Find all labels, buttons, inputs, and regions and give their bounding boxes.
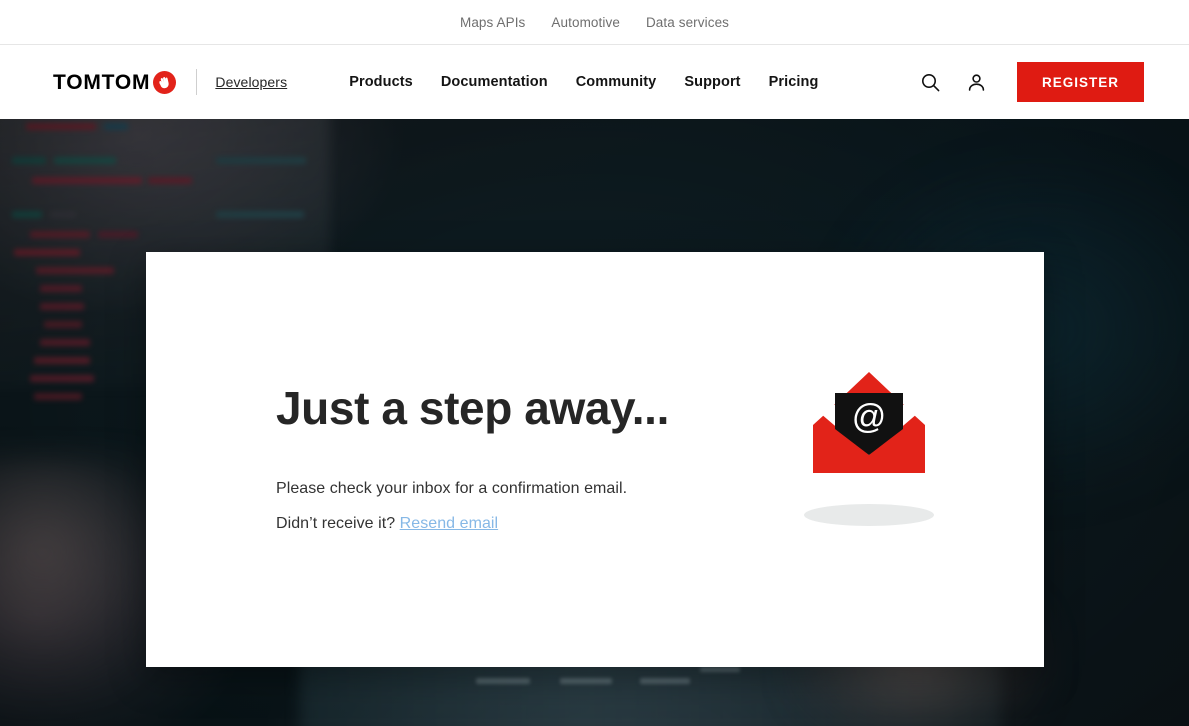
- page-title: Just a step away...: [276, 381, 669, 434]
- nav-link-community[interactable]: Community: [576, 74, 657, 90]
- resend-prompt-text: Didn’t receive it?: [276, 515, 400, 533]
- page-root: Maps APIs Automotive Data services TOMTO…: [0, 0, 1189, 726]
- resend-email-link[interactable]: Resend email: [400, 515, 498, 532]
- brand-block: TOMTOM Developers: [53, 45, 287, 119]
- envelope-drop-shadow: [804, 504, 934, 526]
- main-header: TOMTOM Developers Products Documentation…: [0, 45, 1189, 119]
- resend-prompt-line: Didn’t receive it? Resend email: [276, 512, 764, 535]
- tomtom-logo-link[interactable]: TOMTOM: [53, 70, 177, 94]
- search-icon[interactable]: [919, 70, 943, 94]
- utility-navigation-bar: Maps APIs Automotive Data services: [0, 0, 1189, 45]
- nav-link-support[interactable]: Support: [684, 74, 740, 90]
- nav-link-pricing[interactable]: Pricing: [769, 74, 819, 90]
- developers-label[interactable]: Developers: [215, 74, 287, 90]
- utility-link-maps-apis[interactable]: Maps APIs: [460, 15, 525, 30]
- at-symbol: @: [851, 398, 887, 436]
- header-actions: REGISTER: [919, 62, 1144, 102]
- tomtom-wordmark: TOMTOM: [53, 70, 151, 94]
- confirmation-card: Just a step away... Please check your in…: [146, 252, 1044, 667]
- primary-navigation: Products Documentation Community Support…: [349, 74, 818, 90]
- inbox-instruction-text: Please check your inbox for a confirmati…: [276, 479, 628, 497]
- card-body: Please check your inbox for a confirmati…: [276, 477, 764, 535]
- hero-background: Just a step away... Please check your in…: [0, 119, 1189, 726]
- card-copy: Just a step away... Please check your in…: [276, 381, 764, 536]
- card-inner: Just a step away... Please check your in…: [146, 372, 1044, 547]
- register-button[interactable]: REGISTER: [1016, 62, 1144, 102]
- utility-link-automotive[interactable]: Automotive: [551, 15, 620, 30]
- user-account-icon[interactable]: [965, 70, 989, 94]
- nav-link-documentation[interactable]: Documentation: [441, 74, 548, 90]
- nav-link-products[interactable]: Products: [349, 74, 413, 90]
- brand-divider: [196, 69, 198, 95]
- envelope-graphic: @: [813, 372, 925, 490]
- open-envelope-at-symbol-icon: @: [794, 372, 944, 547]
- tomtom-hand-logo-icon: [153, 70, 177, 94]
- utility-link-data-services[interactable]: Data services: [646, 15, 729, 30]
